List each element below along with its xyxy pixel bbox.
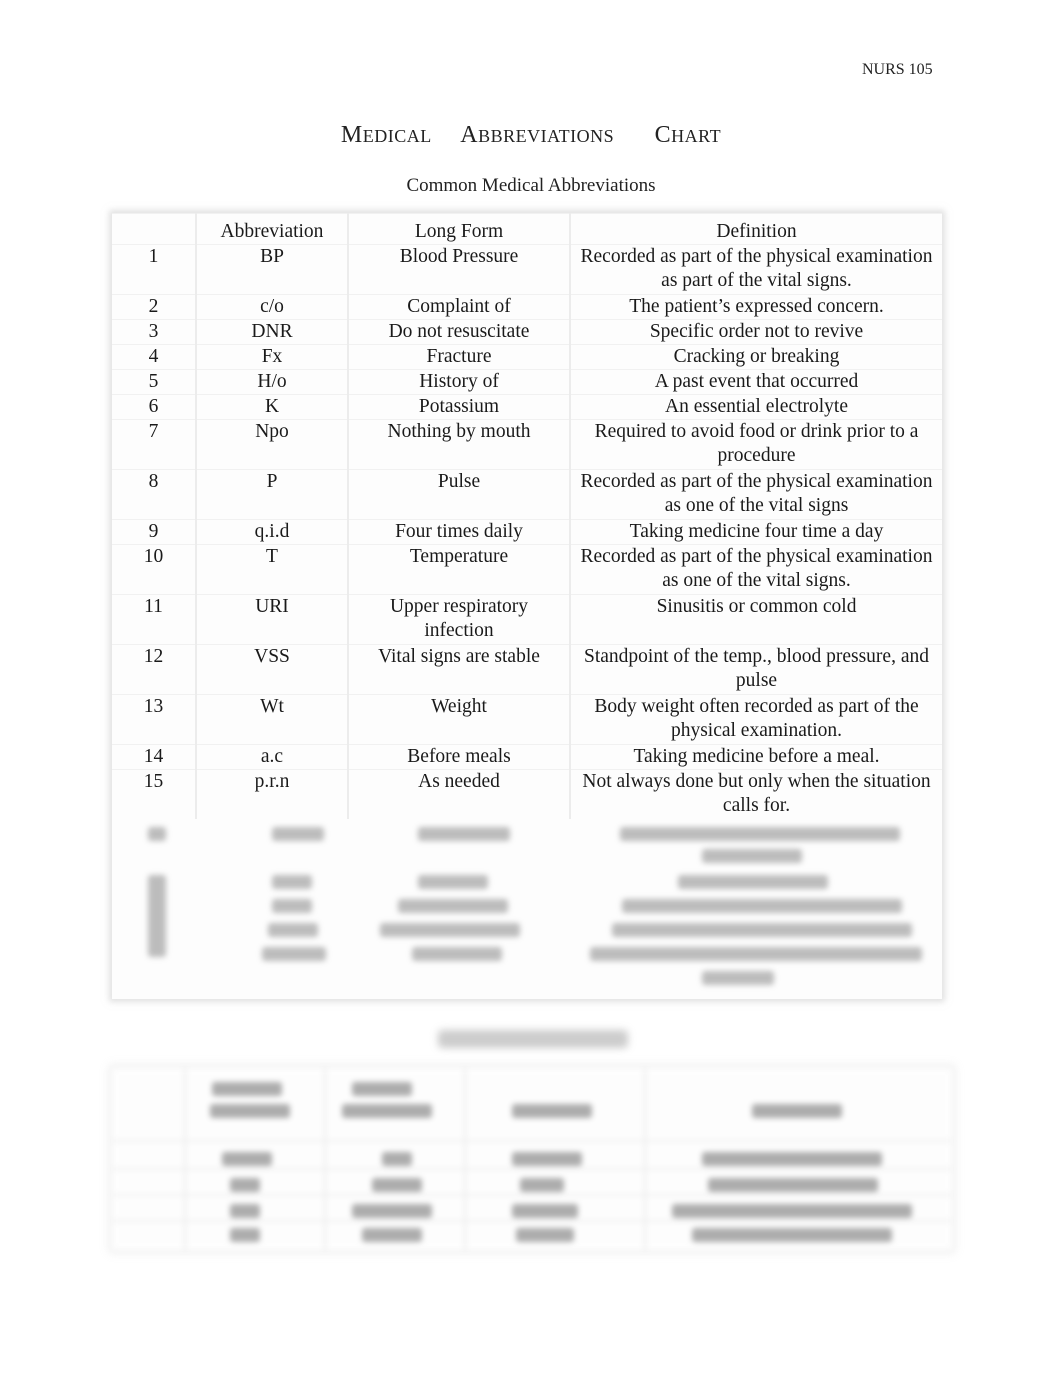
row-number: 1 <box>148 246 159 267</box>
definition-cell: Body weight often recorded as part of th… <box>569 694 942 745</box>
definition-cell: Standpoint of the temp., blood pressure,… <box>569 644 942 695</box>
abbreviation-cell: URI <box>195 594 348 645</box>
definition-cell: Sinusitis or common cold <box>569 594 942 645</box>
definition-cell: A past event that occurred <box>569 369 942 395</box>
long-form-cell: Upper respiratory infection <box>347 594 570 645</box>
long-form-cell: Weight <box>347 694 570 745</box>
title-word-1: Medical <box>340 122 432 148</box>
definition-cell: Recorded as part of the physical examina… <box>569 244 942 295</box>
definition-cell: Recorded as part of the physical examina… <box>569 544 942 595</box>
table-row: 1 BP Blood Pressure Recorded as part of the… <box>112 244 942 295</box>
table-row: 10 T Temperature Recorded as part of the ph… <box>112 544 942 595</box>
row-number: 5 <box>148 371 159 392</box>
definition-cell: The patient’s expressed concern. <box>569 294 942 320</box>
long-form-cell: History of <box>347 369 570 395</box>
table-row: 11 URI Upper respiratory infection Sinusiti… <box>112 594 942 645</box>
obscured-rows <box>112 819 942 999</box>
abbreviation-cell: VSS <box>195 644 348 695</box>
section-2-title-obscured <box>438 1030 628 1048</box>
definition-cell: An essential electrolyte <box>569 394 942 420</box>
abbreviation-cell: Npo <box>195 419 348 470</box>
long-form-cell: Complaint of <box>347 294 570 320</box>
abbreviation-cell: BP <box>195 244 348 295</box>
table-row: 8 P Pulse Recorded as part of the physical … <box>112 469 942 520</box>
table-row: 3 DNR Do not resuscitate Specific order not… <box>112 319 942 345</box>
table-row: 7 Npo Nothing by mouth Required to avoid fo… <box>112 419 942 470</box>
row-number: 11 <box>144 596 163 617</box>
row-number: 10 <box>143 546 164 567</box>
header-abbreviation: Abbreviation <box>195 213 348 245</box>
row-number: 6 <box>148 396 159 417</box>
table-row: 5 H/o History of A past event that occurred <box>112 369 942 395</box>
long-form-cell: Before meals <box>347 744 570 770</box>
long-form-cell: Fracture <box>347 344 570 370</box>
page-title: Medical Abbreviations Chart <box>0 122 1062 149</box>
table-row: 13 Wt Weight Body weight often recorded as … <box>112 694 942 745</box>
row-number: 12 <box>143 646 164 667</box>
long-form-cell: Pulse <box>347 469 570 520</box>
table-row: 14 a.c Before meals Taking medicine before … <box>112 744 942 770</box>
abbreviation-cell: a.c <box>195 744 348 770</box>
abbreviation-cell: H/o <box>195 369 348 395</box>
title-word-3: Chart <box>654 122 722 148</box>
table-header-row: Abbreviation Long Form Definition <box>112 213 942 245</box>
abbreviation-cell: p.r.n <box>195 769 348 819</box>
table-row: 15 p.r.n As needed Not always done but only… <box>112 769 942 819</box>
abbreviation-cell: K <box>195 394 348 420</box>
row-number: 2 <box>148 296 159 317</box>
long-form-cell: Do not resuscitate <box>347 319 570 345</box>
header-number <box>112 214 196 245</box>
long-form-cell: Blood Pressure <box>347 244 570 295</box>
definition-cell: Specific order not to revive <box>569 319 942 345</box>
abbreviation-cell: P <box>195 469 348 520</box>
long-form-cell: Four times daily <box>347 519 570 545</box>
row-number: 14 <box>143 746 164 767</box>
definition-cell: Taking medicine before a meal. <box>569 744 942 770</box>
row-number: 7 <box>148 421 159 442</box>
abbreviations-table: Abbreviation Long Form Definition 1 BP Blo… <box>112 213 942 999</box>
long-form-cell: Nothing by mouth <box>347 419 570 470</box>
definition-cell: Not always done but only when the situat… <box>569 769 942 819</box>
table-row: 4 Fx Fracture Cracking or breaking <box>112 344 942 370</box>
second-table-obscured <box>112 1068 952 1250</box>
table-row: 6 K Potassium An essential electrolyte <box>112 394 942 420</box>
row-number: 9 <box>148 521 159 542</box>
long-form-cell: Temperature <box>347 544 570 595</box>
title-word-2: Abbreviations <box>460 122 615 148</box>
row-number: 8 <box>148 471 159 492</box>
header-definition: Definition <box>569 213 942 245</box>
course-code: NURS 105 <box>862 61 933 78</box>
long-form-cell: As needed <box>347 769 570 819</box>
long-form-cell: Potassium <box>347 394 570 420</box>
header-long-form: Long Form <box>347 213 570 245</box>
definition-cell: Required to avoid food or drink prior to… <box>569 419 942 470</box>
definition-cell: Recorded as part of the physical examina… <box>569 469 942 520</box>
definition-cell: Cracking or breaking <box>569 344 942 370</box>
table-row: 12 VSS Vital signs are stable Standpoint of… <box>112 644 942 695</box>
abbreviation-cell: DNR <box>195 319 348 345</box>
abbreviation-cell: q.i.d <box>195 519 348 545</box>
abbreviation-cell: T <box>195 544 348 595</box>
abbreviation-cell: Fx <box>195 344 348 370</box>
row-number: 3 <box>148 321 159 342</box>
table-row: 2 c/o Complaint of The patient’s expressed … <box>112 294 942 320</box>
row-number: 13 <box>143 696 164 717</box>
section-title: Common Medical Abbreviations <box>406 175 656 196</box>
row-number: 15 <box>143 771 164 792</box>
table-row: 9 q.i.d Four times daily Taking medicine fo… <box>112 519 942 545</box>
row-number: 4 <box>148 346 159 367</box>
long-form-cell: Vital signs are stable <box>347 644 570 695</box>
abbreviation-cell: c/o <box>195 294 348 320</box>
abbreviation-cell: Wt <box>195 694 348 745</box>
definition-cell: Taking medicine four time a day <box>569 519 942 545</box>
